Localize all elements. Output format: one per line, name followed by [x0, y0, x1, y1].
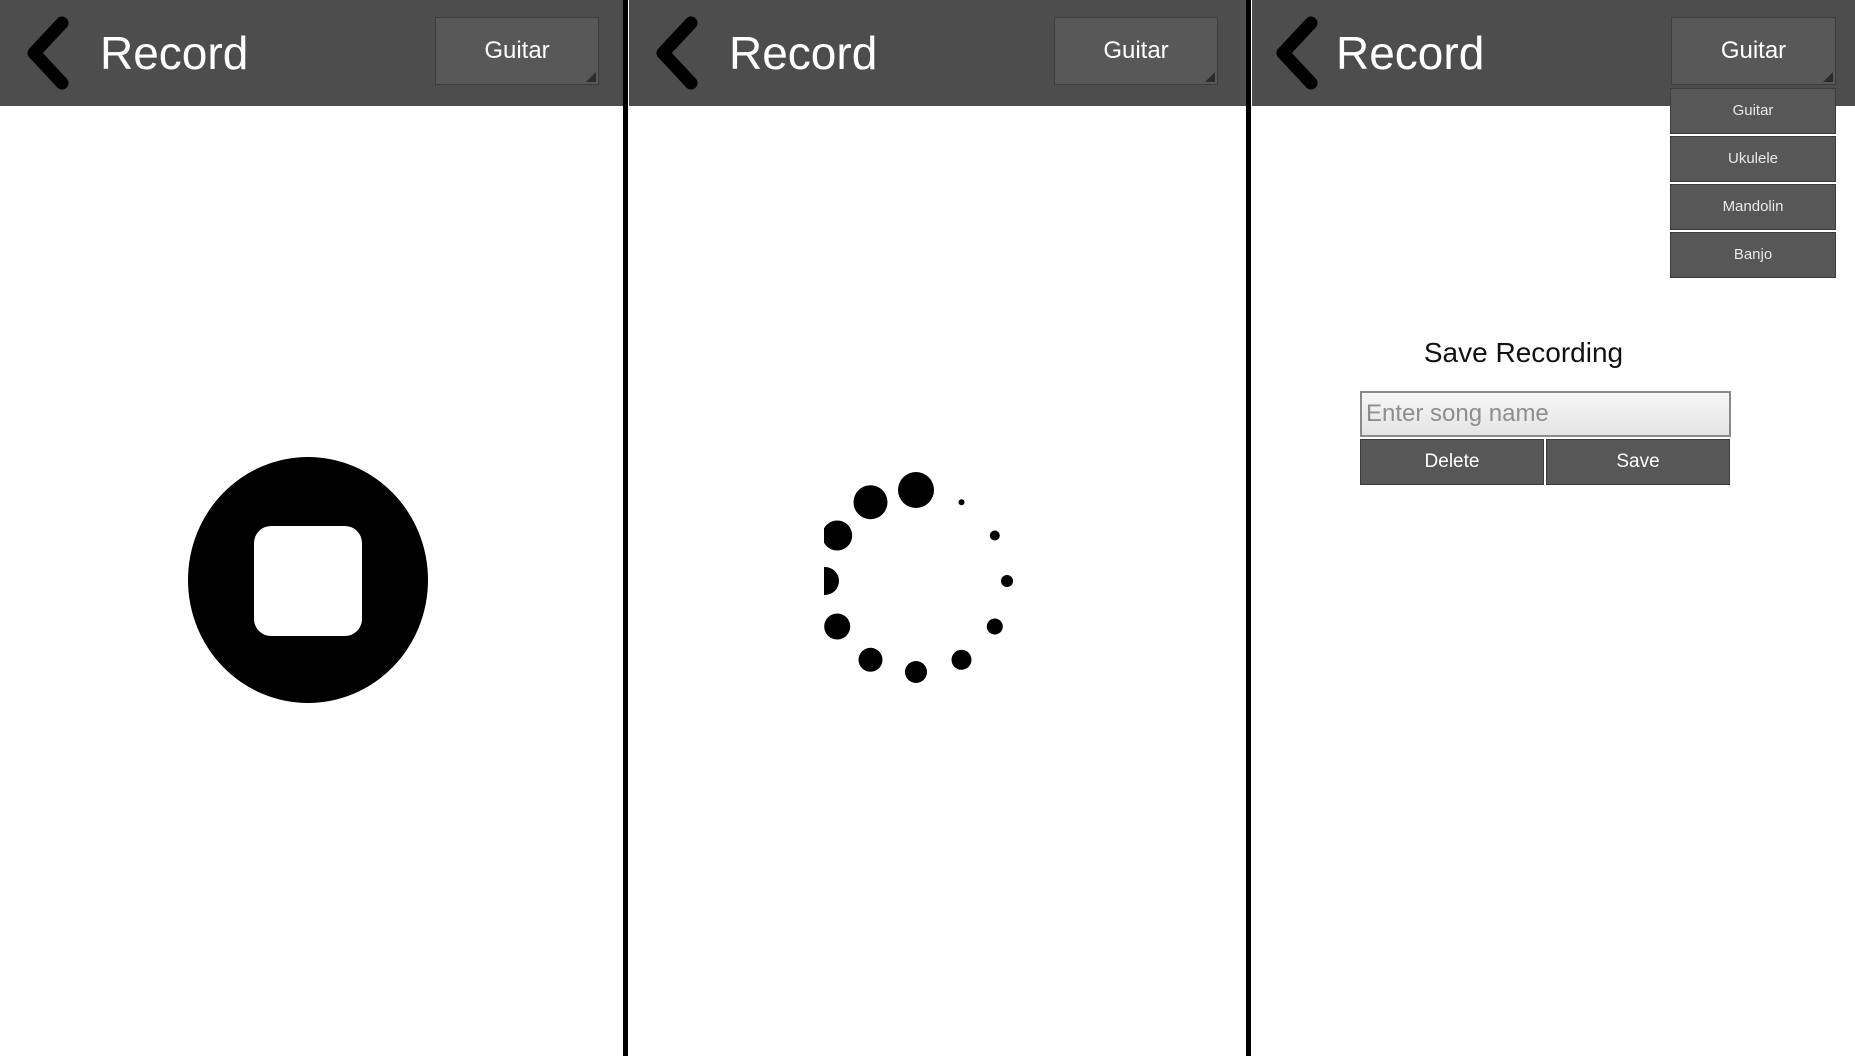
instrument-select-label: Guitar: [1720, 37, 1787, 64]
instrument-select-label: Guitar: [484, 37, 550, 64]
spinner-dot: [824, 567, 839, 595]
spinner-dot: [898, 472, 934, 508]
dropdown-option-guitar[interactable]: Guitar: [1670, 88, 1836, 134]
instrument-select-button[interactable]: Guitar: [435, 17, 599, 85]
save-recording-title: Save Recording: [1423, 337, 1624, 368]
screen-divider: [1246, 0, 1251, 1056]
spinner-dot: [858, 647, 883, 672]
spinner-dot: [853, 485, 888, 520]
instrument-dropdown-menu: Guitar Ukulele Mandolin Banjo: [1670, 88, 1836, 280]
spinner-dot: [824, 520, 853, 551]
chevron-left-icon[interactable]: [22, 15, 78, 91]
dropdown-corner-icon: [586, 72, 596, 82]
spinner-dot: [989, 530, 1000, 541]
record-screen-recording: Record Guitar: [0, 0, 623, 1056]
page-title: Record: [729, 27, 878, 79]
chevron-left-icon[interactable]: [1271, 15, 1327, 91]
song-name-input[interactable]: [1360, 391, 1731, 437]
delete-button[interactable]: Delete: [1360, 439, 1544, 485]
spinner-dot: [986, 618, 1003, 635]
screen-divider: [623, 0, 628, 1056]
spinner-dot: [951, 649, 972, 670]
instrument-select-button[interactable]: Guitar: [1054, 17, 1218, 85]
instrument-select-label: Guitar: [1103, 37, 1169, 64]
stop-icon[interactable]: [188, 457, 428, 703]
screens-container: Record Guitar Record Guitar Record Guita…: [0, 0, 1855, 1056]
spinner-dot: [905, 661, 927, 683]
dropdown-option-mandolin[interactable]: Mandolin: [1670, 184, 1836, 230]
instrument-select-button[interactable]: Guitar: [1671, 17, 1836, 85]
spinner-dot: [1001, 575, 1013, 587]
dropdown-option-banjo[interactable]: Banjo: [1670, 232, 1836, 278]
page-title: Record: [100, 27, 249, 79]
dropdown-option-ukulele[interactable]: Ukulele: [1670, 136, 1836, 182]
dropdown-corner-icon: [1205, 72, 1215, 82]
spinner-dot: [958, 499, 965, 506]
chevron-left-icon[interactable]: [651, 15, 707, 91]
page-title: Record: [1336, 27, 1485, 79]
save-button[interactable]: Save: [1546, 439, 1730, 485]
loading-spinner-icon: [824, 472, 1013, 683]
spinner-dot: [824, 613, 851, 640]
record-screen-save: Record Guitar Guitar Ukulele Mandolin Ba…: [1252, 0, 1855, 1056]
dropdown-corner-icon: [1823, 72, 1833, 82]
top-bar: Record Guitar: [629, 0, 1247, 106]
record-screen-processing: Record Guitar: [629, 0, 1247, 1056]
top-bar: Record Guitar: [0, 0, 623, 106]
